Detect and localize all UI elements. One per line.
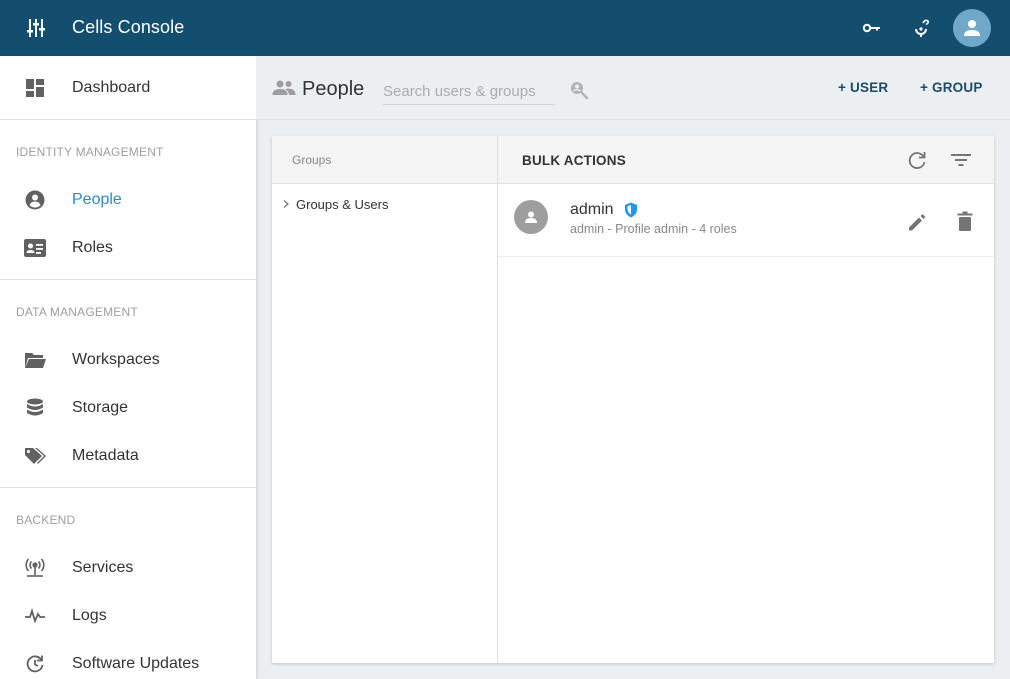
pulse-icon [24,605,46,627]
sidebar-item-label: Software Updates [72,655,200,672]
user-avatar-icon [964,20,980,36]
search-field [383,79,555,105]
app-bar: Cells Console [0,0,1010,56]
sidebar-divider [0,119,256,120]
users-pane: BULK ACTIONS admin admin - Profile admin… [498,136,994,663]
sidebar-item-label: Metadata [72,447,139,464]
sidebar-item-label: Services [72,559,134,576]
people-card: Groups Groups & Users BULK ACTIONS admin… [272,136,994,663]
section-header-identity: IDENTITY MANAGEMENT [16,145,164,159]
sidebar-item-label: Logs [72,607,107,624]
sidebar-item-label: Storage [72,399,129,416]
access-point-icon [24,557,46,579]
people-icon [272,80,296,95]
user-avatar-button[interactable] [953,9,991,47]
groups-pane: Groups Groups & Users [272,136,498,663]
tree-item-label: Groups & Users [296,196,389,212]
sidebar-divider [0,487,256,488]
sidebar-divider [0,279,256,280]
id-card-icon [24,237,46,259]
admin-shield-icon [625,202,637,218]
user-avatar-icon [525,211,537,223]
bulk-actions-label: BULK ACTIONS [522,153,626,168]
folder-open-icon [24,349,46,371]
sidebar-item-label: Dashboard [72,79,151,96]
sidebar-item-storage[interactable]: Storage [0,384,256,432]
add-user-button[interactable]: + USER [838,80,888,95]
sidebar-item-workspaces[interactable]: Workspaces [0,336,256,384]
groups-header: Groups [272,136,497,184]
user-detail: admin - Profile admin - 4 roles [570,222,737,236]
user-row[interactable]: admin admin - Profile admin - 4 roles [498,184,994,257]
edit-icon[interactable] [906,211,928,233]
help-icon[interactable] [909,16,933,40]
dashboard-icon [24,77,46,99]
sidebar-item-people[interactable]: People [0,176,256,224]
groups-header-label: Groups [292,153,332,167]
sidebar-item-metadata[interactable]: Metadata [0,432,256,480]
refresh-icon[interactable] [906,149,928,171]
sidebar-item-roles[interactable]: Roles [0,224,256,272]
bulk-actions-header: BULK ACTIONS [498,136,994,184]
sidebar-item-label: People [72,191,122,208]
database-icon [24,397,46,419]
app-title: Cells Console [72,17,185,37]
settings-sliders-icon[interactable] [26,18,46,38]
sidebar-item-logs[interactable]: Logs [0,592,256,640]
sidebar-item-label: Workspaces [72,351,160,368]
sidebar-item-dashboard[interactable]: Dashboard [0,64,256,112]
add-group-button[interactable]: + GROUP [920,80,983,95]
delete-icon[interactable] [955,211,975,233]
page-header: People + USER + GROUP [256,56,1010,120]
update-icon [24,653,46,675]
section-header-data: DATA MANAGEMENT [16,305,138,319]
section-header-backend: BACKEND [16,513,76,527]
search-input[interactable] [383,79,555,103]
tags-icon [24,445,46,467]
sidebar-item-label: Roles [72,239,113,256]
search-icon[interactable] [569,80,589,100]
sidebar-item-services[interactable]: Services [0,544,256,592]
sidebar-item-software-updates[interactable]: Software Updates [0,640,256,679]
chevron-right-icon[interactable] [280,198,292,210]
sidebar: Dashboard IDENTITY MANAGEMENT People Rol… [0,56,256,679]
user-name: admin [570,201,614,218]
filter-list-icon[interactable] [950,149,972,171]
page-title: People [302,78,365,100]
tree-item-groups-users[interactable]: Groups & Users [280,194,388,214]
user-avatar [514,200,548,234]
account-circle-icon [24,189,46,211]
key-icon[interactable] [860,16,884,40]
